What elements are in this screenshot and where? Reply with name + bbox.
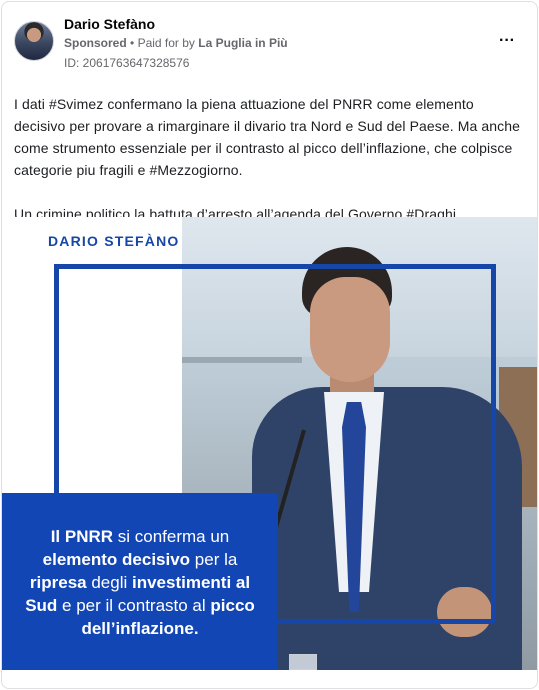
headline-segment: ripresa xyxy=(29,573,87,592)
headline-segment: degli xyxy=(86,573,132,592)
headline-segment: elemento decisivo xyxy=(42,550,191,569)
more-options-icon[interactable]: ··· xyxy=(495,31,519,51)
author-name[interactable]: Dario Stefàno xyxy=(64,16,155,32)
separator-dot: • xyxy=(130,36,138,50)
sponsored-line: Sponsored • Paid for by La Puglia in Più xyxy=(64,36,288,50)
post-message: I dati #Svimez confermano la piena attua… xyxy=(14,93,529,225)
author-avatar[interactable] xyxy=(14,21,54,61)
headline-box: Il PNRR si conferma un elemento decisivo… xyxy=(2,493,278,670)
sponsored-label: Sponsored xyxy=(64,36,127,50)
headline-segment: e per il contrasto al xyxy=(57,596,211,615)
ad-creative-image[interactable]: DARIO STEFÀNO Il PNRR si conferma un ele… xyxy=(2,217,537,670)
headline-text: Il PNRR si conferma un elemento decisivo… xyxy=(25,527,255,638)
headline-segment: per la xyxy=(190,550,238,569)
post-header: Dario Stefàno Sponsored • Paid for by La… xyxy=(2,2,537,78)
headline-segment: Il PNRR xyxy=(50,527,114,546)
ad-card: Dario Stefàno Sponsored • Paid for by La… xyxy=(1,1,538,689)
post-paragraph-1: I dati #Svimez confermano la piena attua… xyxy=(14,96,521,178)
ad-id: ID: 2061763647328576 xyxy=(64,56,190,70)
water-glass xyxy=(289,654,317,670)
creative-brand-name: DARIO STEFÀNO xyxy=(48,233,180,249)
headline-segment: si conferma un xyxy=(113,527,230,546)
payer-name[interactable]: La Puglia in Più xyxy=(198,36,287,50)
paid-for-prefix: Paid for by xyxy=(137,36,195,50)
